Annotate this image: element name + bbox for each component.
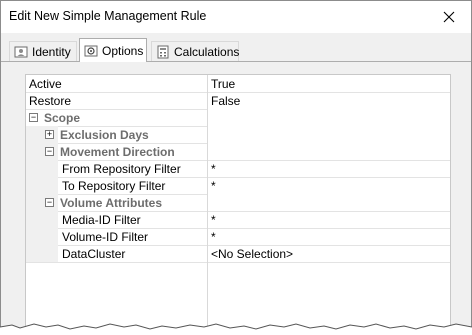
window-title: Edit New Simple Management Rule xyxy=(9,9,207,23)
tab-identity-label: Identity xyxy=(32,44,71,59)
close-icon xyxy=(443,11,455,23)
dialog-window: Edit New Simple Management Rule Identity… xyxy=(0,0,472,335)
property-value-text: True xyxy=(211,76,236,91)
property-value-text: * xyxy=(211,178,216,193)
options-panel: Active True Restore False − Scope + Excl… xyxy=(1,61,471,334)
property-row-to-repository-filter[interactable]: To Repository Filter * xyxy=(26,177,450,195)
property-value-datacluster[interactable]: <No Selection> xyxy=(207,245,450,262)
property-value-from-repository-filter[interactable]: * xyxy=(207,160,450,177)
property-row-from-repository-filter[interactable]: From Repository Filter * xyxy=(26,160,450,178)
expand-icon[interactable]: + xyxy=(45,130,54,139)
tab-options[interactable]: Options xyxy=(79,38,147,62)
category-row-exclusion-days[interactable]: + Exclusion Days xyxy=(26,126,450,144)
options-icon xyxy=(84,44,98,58)
tab-calculations-label: Calculations xyxy=(174,44,240,59)
property-value-volume-id-filter[interactable]: * xyxy=(207,228,450,245)
property-grid: Active True Restore False − Scope + Excl… xyxy=(25,74,451,334)
tab-strip: Identity Options Calculations xyxy=(1,33,471,62)
property-value-restore[interactable]: False xyxy=(207,92,450,109)
category-row-scope[interactable]: − Scope xyxy=(26,109,450,127)
property-row-active[interactable]: Active True xyxy=(26,75,450,93)
property-value-media-id-filter[interactable]: * xyxy=(207,211,450,228)
property-row-restore[interactable]: Restore False xyxy=(26,92,450,110)
category-value-blank xyxy=(207,126,450,143)
property-name: Restore xyxy=(29,93,72,108)
property-name: Active xyxy=(29,76,62,91)
category-name: Scope xyxy=(44,110,81,125)
collapse-icon[interactable]: − xyxy=(45,147,54,156)
close-button[interactable] xyxy=(427,1,471,33)
collapse-icon[interactable]: − xyxy=(29,113,38,122)
property-row-media-id-filter[interactable]: Media-ID Filter * xyxy=(26,211,450,229)
category-row-movement-direction[interactable]: − Movement Direction xyxy=(26,143,450,161)
tab-options-label: Options xyxy=(102,43,144,58)
category-row-volume-attributes[interactable]: − Volume Attributes xyxy=(26,194,450,212)
category-value-blank xyxy=(207,109,450,126)
property-value-text: * xyxy=(211,229,216,244)
category-name: Movement Direction xyxy=(60,144,175,159)
category-name: Exclusion Days xyxy=(60,127,149,142)
title-bar: Edit New Simple Management Rule xyxy=(1,1,471,33)
property-row-datacluster[interactable]: DataCluster <No Selection> xyxy=(26,245,450,263)
tab-calculations[interactable]: Calculations xyxy=(151,41,239,61)
tab-identity[interactable]: Identity xyxy=(9,41,77,61)
property-name: Media-ID Filter xyxy=(62,212,141,227)
property-value-active[interactable]: True xyxy=(207,75,450,92)
property-name: To Repository Filter xyxy=(62,178,166,193)
property-name: Volume-ID Filter xyxy=(62,229,149,244)
category-value-blank xyxy=(207,143,450,160)
category-name: Volume Attributes xyxy=(60,195,163,210)
property-value-text: False xyxy=(211,93,241,108)
collapse-icon[interactable]: − xyxy=(45,198,54,207)
property-name: From Repository Filter xyxy=(62,161,181,176)
calculations-icon xyxy=(156,45,170,59)
property-row-volume-id-filter[interactable]: Volume-ID Filter * xyxy=(26,228,450,246)
property-value-to-repository-filter[interactable]: * xyxy=(207,177,450,194)
category-value-blank xyxy=(207,194,450,211)
torn-edge xyxy=(0,323,472,335)
property-name: DataCluster xyxy=(62,246,126,261)
property-value-text: * xyxy=(211,161,216,176)
identity-icon xyxy=(14,45,28,59)
property-value-text: <No Selection> xyxy=(211,246,294,261)
property-value-text: * xyxy=(211,212,216,227)
